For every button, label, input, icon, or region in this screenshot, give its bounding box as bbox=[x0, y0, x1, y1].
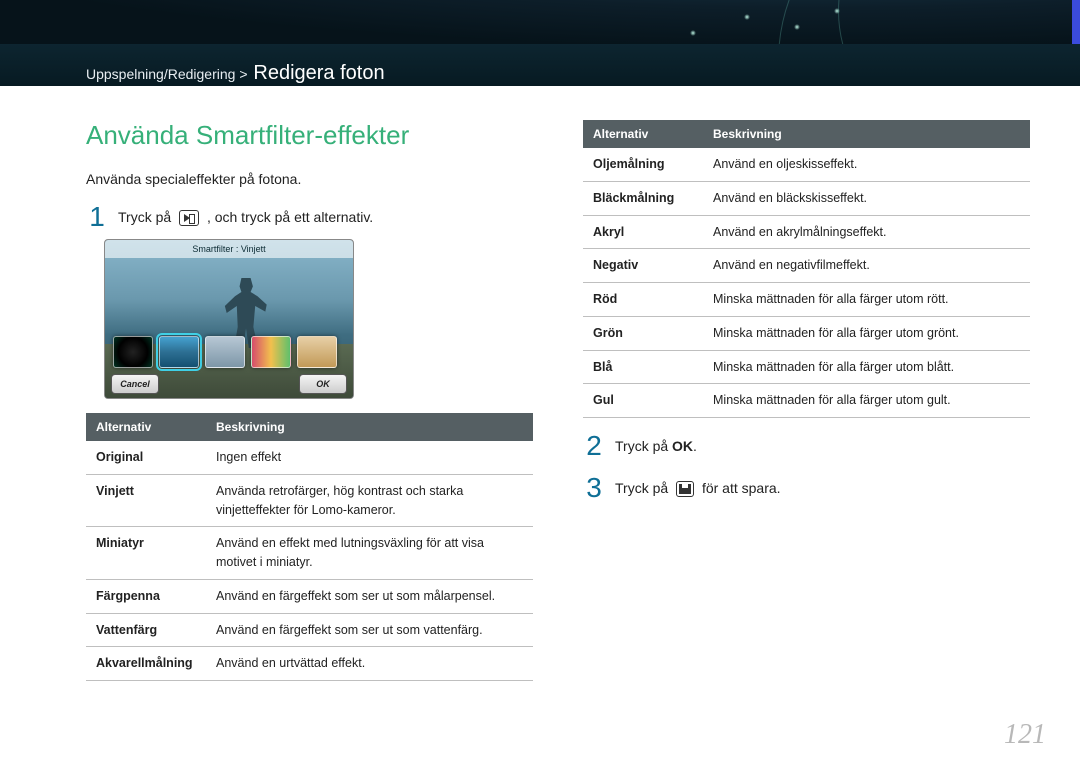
cancel-button[interactable]: Cancel bbox=[111, 374, 159, 394]
page-content: Använda Smartfilter-effekter Använda spe… bbox=[0, 86, 1080, 765]
table-row: MiniatyrAnvänd en effekt med lutningsväx… bbox=[86, 527, 533, 580]
table-header-alt: Alternativ bbox=[86, 413, 206, 441]
screenshot-header: Smartfilter : Vinjett bbox=[105, 240, 353, 258]
effects-table-1: Alternativ Beskrivning OriginalIngen eff… bbox=[86, 413, 533, 681]
breadcrumb-title: Redigera foton bbox=[253, 62, 384, 84]
step-1-text-b: , och tryck på ett alternativ. bbox=[207, 209, 373, 225]
table-row: AkvarellmålningAnvänd en urtvättad effek… bbox=[86, 647, 533, 681]
section-title: Använda Smartfilter-effekter bbox=[86, 120, 533, 151]
table-row: BlåMinska mättnaden för alla färger utom… bbox=[583, 350, 1030, 384]
thumb-3[interactable] bbox=[205, 336, 245, 368]
step-2-bold: OK bbox=[672, 438, 693, 454]
table-row: NegativAnvänd en negativfilmeffekt. bbox=[583, 249, 1030, 283]
table-header-desc: Beskrivning bbox=[703, 120, 1030, 148]
breadcrumb-parent: Uppspelning/Redigering > bbox=[86, 66, 248, 82]
thumb-5[interactable] bbox=[297, 336, 337, 368]
table-row: GulMinska mättnaden för alla färger utom… bbox=[583, 384, 1030, 418]
step-3: 3 Tryck på för att spara. bbox=[583, 474, 1030, 502]
step-1-text-a: Tryck på bbox=[118, 209, 171, 225]
step-number: 3 bbox=[583, 474, 605, 502]
thumb-original[interactable] bbox=[113, 336, 153, 368]
table-row: BläckmålningAnvänd en bläckskisseffekt. bbox=[583, 181, 1030, 215]
step-2-text-c: . bbox=[693, 438, 697, 454]
thumb-4[interactable] bbox=[251, 336, 291, 368]
camera-screenshot: Smartfilter : Vinjett Cancel OK bbox=[104, 239, 354, 399]
table-row: OriginalIngen effekt bbox=[86, 441, 533, 474]
filter-icon bbox=[179, 210, 199, 226]
step-2: 2 Tryck på OK. bbox=[583, 432, 1030, 460]
table-row: VinjettAnvända retrofärger, hög kontrast… bbox=[86, 474, 533, 527]
save-icon bbox=[676, 481, 694, 497]
table-row: OljemålningAnvänd en oljeskisseffekt. bbox=[583, 148, 1030, 181]
table-header-alt: Alternativ bbox=[583, 120, 703, 148]
left-column: Använda Smartfilter-effekter Använda spe… bbox=[86, 120, 533, 745]
table-row: VattenfärgAnvänd en färgeffekt som ser u… bbox=[86, 613, 533, 647]
table-header-desc: Beskrivning bbox=[206, 413, 533, 441]
thumb-vinjett[interactable] bbox=[159, 336, 199, 368]
page-number: 121 bbox=[1004, 719, 1046, 751]
breadcrumb: Uppspelning/Redigering > Redigera foton bbox=[86, 62, 385, 85]
table-row: AkrylAnvänd en akrylmålningseffekt. bbox=[583, 215, 1030, 249]
step-2-text-a: Tryck på bbox=[615, 438, 668, 454]
header-decor bbox=[0, 0, 1080, 44]
table-row: GrönMinska mättnaden för alla färger uto… bbox=[583, 316, 1030, 350]
filter-thumbnails bbox=[113, 336, 337, 368]
step-3-text-a: Tryck på bbox=[615, 480, 668, 496]
side-tab bbox=[1072, 0, 1080, 44]
table-row: FärgpennaAnvänd en färgeffekt som ser ut… bbox=[86, 579, 533, 613]
step-number: 2 bbox=[583, 432, 605, 460]
ok-button[interactable]: OK bbox=[299, 374, 347, 394]
intro-text: Använda specialeffekter på fotona. bbox=[86, 171, 533, 187]
step-1: 1 Tryck på , och tryck på ett alternativ… bbox=[86, 203, 533, 231]
effects-table-2: Alternativ Beskrivning OljemålningAnvänd… bbox=[583, 120, 1030, 418]
table-row: RödMinska mättnaden för alla färger utom… bbox=[583, 283, 1030, 317]
right-column: Alternativ Beskrivning OljemålningAnvänd… bbox=[583, 120, 1030, 745]
step-3-text-b: för att spara. bbox=[702, 480, 781, 496]
step-number: 1 bbox=[86, 203, 108, 231]
